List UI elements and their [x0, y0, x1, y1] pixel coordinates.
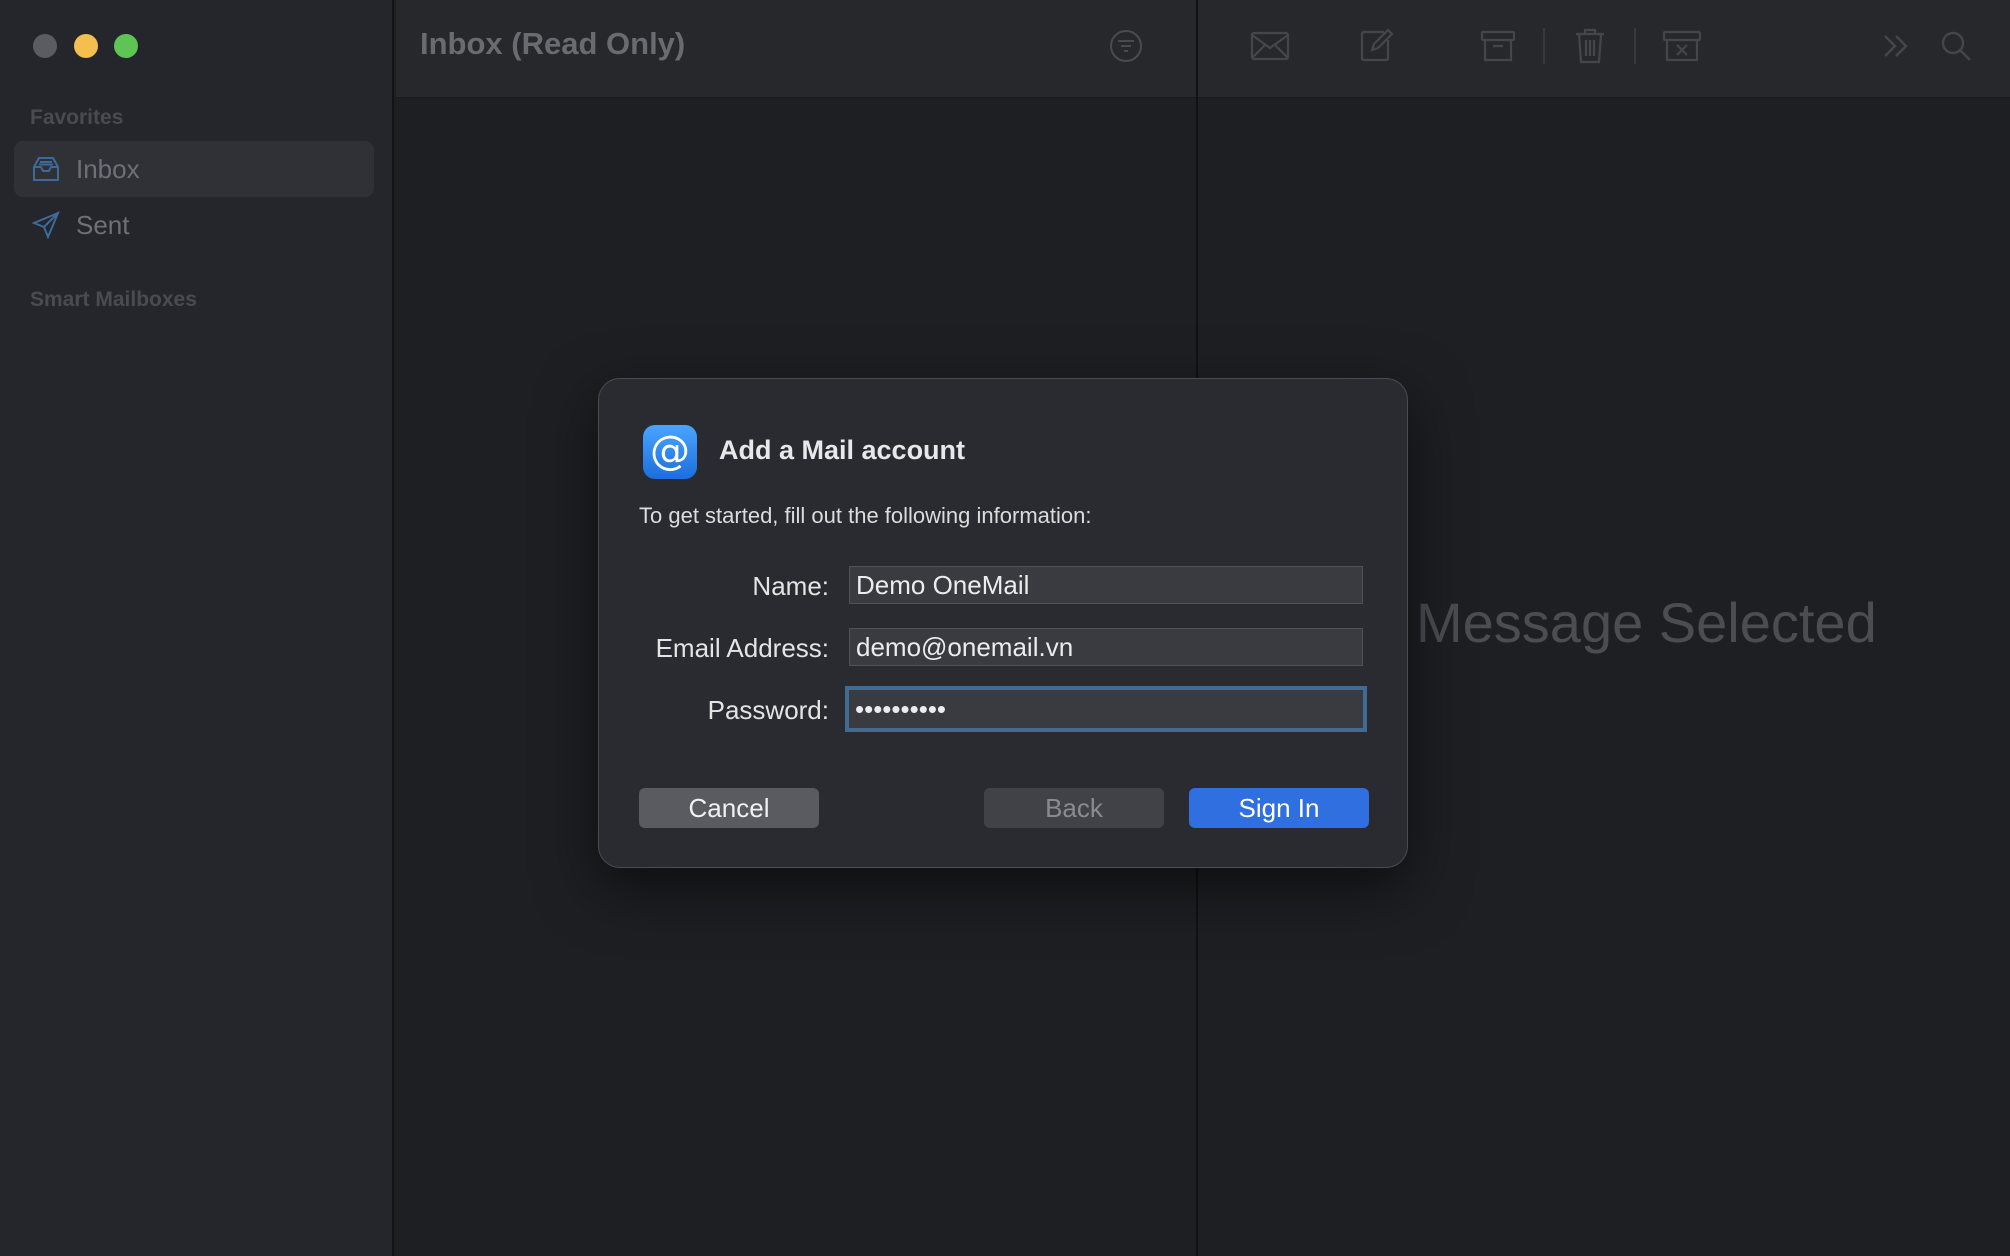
trash-icon[interactable]	[1568, 24, 1612, 68]
name-field[interactable]: Demo OneMail	[849, 566, 1363, 604]
mail-window: Favorites Inbox Sent Smart Mailboxes Inb…	[0, 0, 2010, 1256]
favorites-header: Favorites	[30, 106, 124, 129]
sidebar-item-label: Sent	[76, 209, 130, 240]
paper-plane-icon	[30, 209, 62, 241]
dialog-title: Add a Mail account	[719, 435, 966, 465]
message-list-header: Inbox (Read Only)	[396, 0, 1196, 98]
filter-icon[interactable]	[1108, 28, 1144, 64]
close-window-button[interactable]	[33, 34, 57, 58]
sidebar-item-sent[interactable]: Sent	[14, 197, 374, 253]
mail-at-icon: @	[643, 425, 697, 479]
no-message-selected-text: Message Selected	[1416, 591, 1877, 654]
mailbox-title: Inbox (Read Only)	[420, 26, 686, 61]
archive-icon[interactable]	[1476, 24, 1520, 68]
more-chevrons-icon[interactable]	[1874, 24, 1918, 68]
inbox-icon	[30, 153, 62, 185]
back-button[interactable]: Back	[984, 788, 1164, 828]
add-account-dialog: @ Add a Mail account To get started, fil…	[598, 378, 1408, 868]
sign-in-button[interactable]: Sign In	[1189, 788, 1369, 828]
search-icon[interactable]	[1934, 24, 1978, 68]
email-label: Email Address:	[655, 633, 829, 663]
junk-icon[interactable]	[1660, 24, 1704, 68]
dialog-subtitle: To get started, fill out the following i…	[639, 503, 1092, 528]
password-label: Password:	[707, 695, 829, 725]
toolbar-separator	[1543, 28, 1545, 64]
name-label: Name:	[752, 571, 829, 601]
sidebar: Favorites Inbox Sent Smart Mailboxes	[0, 0, 394, 1256]
compose-icon[interactable]	[1354, 24, 1398, 68]
sidebar-item-inbox[interactable]: Inbox	[14, 141, 374, 197]
cancel-button[interactable]: Cancel	[639, 788, 819, 828]
envelope-icon[interactable]	[1248, 24, 1292, 68]
password-field[interactable]: ••••••••••	[845, 686, 1367, 732]
toolbar	[1198, 0, 2010, 98]
smart-mailboxes-header: Smart Mailboxes	[30, 288, 197, 311]
sidebar-item-label: Inbox	[76, 153, 140, 184]
toolbar-separator	[1634, 28, 1636, 64]
email-field[interactable]: demo@onemail.vn	[849, 628, 1363, 666]
app-icon-glyph: @	[650, 427, 690, 474]
maximize-window-button[interactable]	[114, 34, 138, 58]
minimize-window-button[interactable]	[74, 34, 98, 58]
